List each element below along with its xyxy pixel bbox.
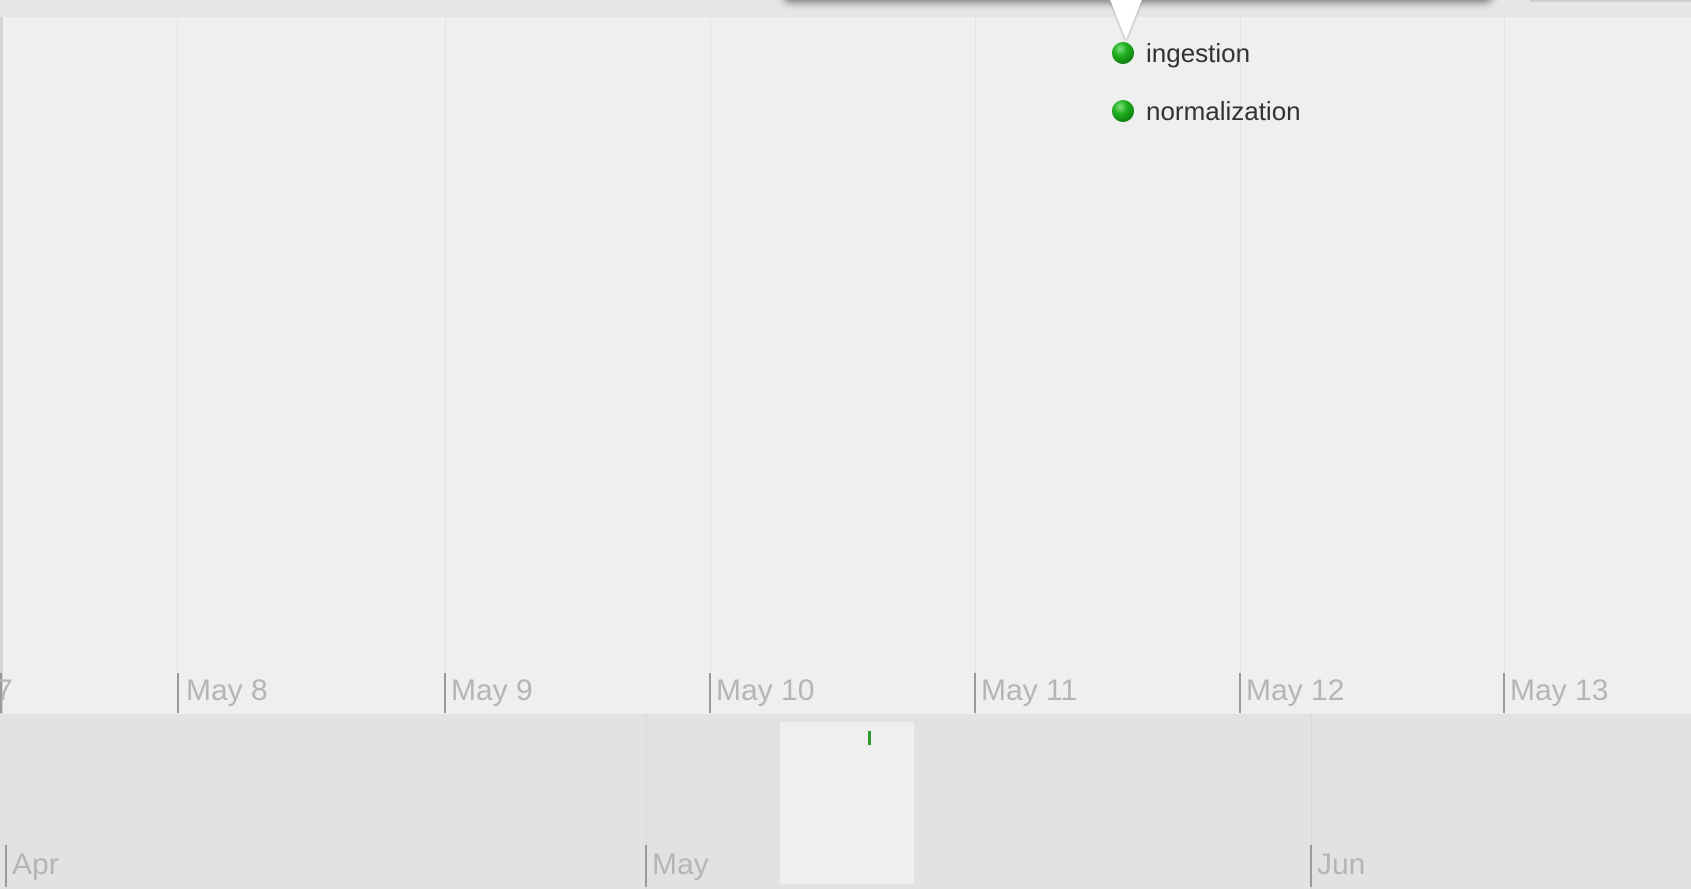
day-tick (974, 673, 976, 713)
day-tick-label: May 9 (451, 674, 533, 707)
overview-event-marker (868, 731, 871, 745)
top-right-control-edge[interactable] (1530, 0, 1691, 2)
timeline-event-ingestion[interactable]: ingestion (1112, 37, 1251, 68)
day-tick-label: May 10 (716, 674, 815, 707)
day-tick (177, 673, 179, 713)
month-tick (5, 845, 7, 887)
bubble-pointer-icon (1110, 0, 1142, 40)
green-dot-icon (1112, 100, 1134, 122)
day-tick-label: May 11 (981, 674, 1078, 707)
day-tick (709, 673, 711, 713)
day-gridline (177, 17, 178, 714)
timeline-event-normalization[interactable]: normalization (1112, 95, 1301, 126)
timeline-top-strip (0, 0, 1691, 17)
day-tick-label: May 8 (186, 674, 268, 707)
day-tick (1239, 673, 1241, 713)
day-tick (444, 673, 446, 713)
day-tick-label: 7 (0, 674, 13, 707)
day-tick (1503, 673, 1505, 713)
month-tick (1310, 845, 1312, 887)
day-gridline (445, 17, 446, 714)
day-tick-label: May 13 (1510, 674, 1609, 707)
day-gridline (1504, 17, 1505, 714)
green-dot-icon (1112, 42, 1134, 64)
day-gridline (975, 17, 976, 714)
month-tick (645, 845, 647, 887)
event-label: normalization (1146, 95, 1301, 126)
event-label: ingestion (1146, 37, 1251, 68)
month-tick-label: Apr (12, 848, 59, 881)
month-tick-label: May (652, 848, 709, 881)
month-tick-label: Jun (1317, 848, 1366, 881)
day-tick-label: May 12 (1246, 674, 1345, 707)
overview-visible-window[interactable] (780, 722, 914, 884)
main-timeline-band[interactable] (0, 17, 1691, 714)
day-gridline (710, 17, 711, 714)
